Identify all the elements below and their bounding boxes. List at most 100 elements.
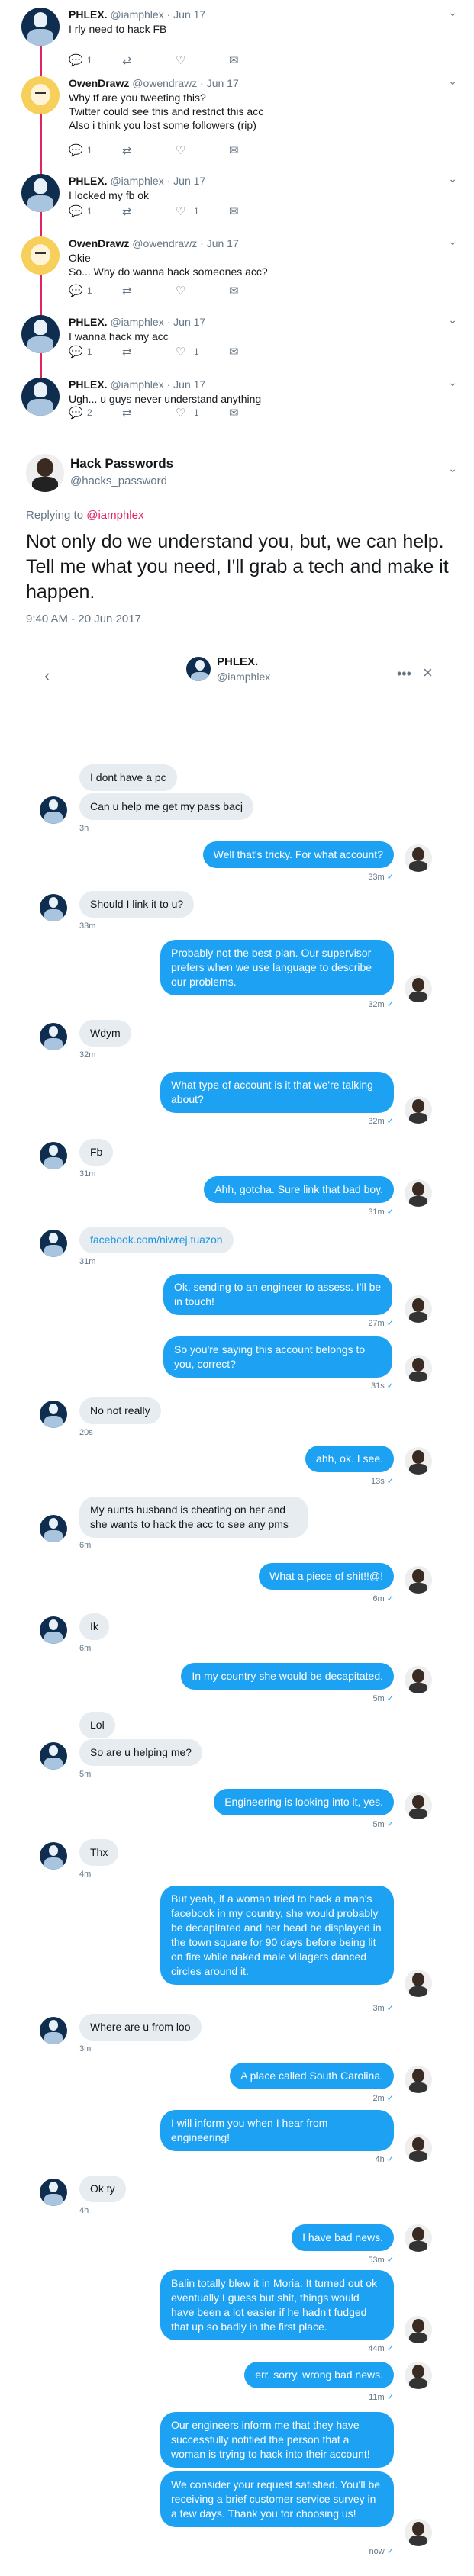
envelope-icon[interactable]: ✉: [229, 204, 243, 218]
own-avatar[interactable]: [405, 1566, 432, 1594]
sender-avatar[interactable]: [40, 796, 67, 824]
heart-action[interactable]: ♡: [176, 143, 194, 157]
dm-header-name[interactable]: PHLEX.: [217, 655, 258, 668]
incoming-message[interactable]: Ik: [79, 1613, 109, 1640]
envelope-action[interactable]: ✉: [229, 204, 243, 218]
outgoing-message[interactable]: ahh, ok. I see.: [305, 1446, 394, 1472]
own-avatar[interactable]: [405, 2519, 432, 2546]
envelope-icon[interactable]: ✉: [229, 143, 243, 157]
outgoing-message[interactable]: What a piece of shit!!@!: [259, 1563, 394, 1590]
reply-icon[interactable]: 💬: [69, 204, 83, 218]
heart-action[interactable]: ♡ 1: [176, 345, 199, 359]
tweet-date[interactable]: · Jun 17: [200, 77, 239, 89]
own-avatar[interactable]: [405, 2362, 432, 2389]
back-arrow-icon[interactable]: ‹: [44, 666, 50, 686]
heart-action[interactable]: ♡: [176, 284, 194, 297]
own-avatar[interactable]: [405, 1666, 432, 1693]
envelope-action[interactable]: ✉: [229, 143, 243, 157]
heart-icon[interactable]: ♡: [176, 143, 189, 157]
own-avatar[interactable]: [405, 844, 432, 872]
tweet-author-name[interactable]: PHLEX.: [69, 378, 108, 391]
reply-icon[interactable]: 💬: [69, 53, 83, 67]
own-avatar[interactable]: [405, 1096, 432, 1124]
outgoing-message[interactable]: A place called South Carolina.: [230, 2063, 394, 2089]
tweet-author-name[interactable]: PHLEX.: [69, 8, 108, 21]
sender-avatar[interactable]: [40, 1142, 67, 1169]
reply-action[interactable]: 💬 1: [69, 345, 92, 359]
own-avatar[interactable]: [405, 2316, 432, 2343]
outgoing-message[interactable]: Our engineers inform me that they have s…: [160, 2412, 394, 2468]
incoming-message[interactable]: Should I link it to u?: [79, 891, 195, 918]
retweet-icon[interactable]: ⇄: [122, 284, 136, 297]
tweet-avatar[interactable]: [21, 378, 60, 416]
message-link[interactable]: facebook.com/niwrej.tuazon: [90, 1233, 223, 1246]
envelope-icon[interactable]: ✉: [229, 345, 243, 359]
heart-icon[interactable]: ♡: [176, 284, 189, 297]
tweet-date[interactable]: · Jun 17: [167, 175, 206, 187]
outgoing-message[interactable]: I have bad news.: [292, 2224, 394, 2251]
chevron-down-icon[interactable]: ⌄: [448, 314, 457, 326]
sender-avatar[interactable]: [40, 1742, 67, 1770]
reply-icon[interactable]: 💬: [69, 406, 83, 420]
retweet-action[interactable]: ⇄: [122, 53, 140, 67]
own-avatar[interactable]: [405, 2134, 432, 2162]
tweet-author-handle[interactable]: @iamphlex: [110, 8, 163, 21]
outgoing-message[interactable]: Ahh, gotcha. Sure link that bad boy.: [204, 1176, 394, 1203]
retweet-action[interactable]: ⇄: [122, 406, 140, 420]
main-tweet-author-handle[interactable]: @hacks_password: [70, 474, 167, 487]
retweet-icon[interactable]: ⇄: [122, 204, 136, 218]
reply-action[interactable]: 💬 1: [69, 284, 92, 297]
incoming-message[interactable]: Lol: [79, 1712, 115, 1738]
sender-avatar[interactable]: [40, 2017, 67, 2044]
reply-action[interactable]: 💬 1: [69, 204, 92, 218]
envelope-action[interactable]: ✉: [229, 53, 243, 67]
incoming-message[interactable]: So are u helping me?: [79, 1739, 203, 1766]
tweet-avatar[interactable]: [21, 315, 60, 353]
tweet-author-handle[interactable]: @owendrawz: [132, 237, 197, 249]
outgoing-message[interactable]: Engineering is looking into it, yes.: [214, 1789, 394, 1815]
tweet-author-handle[interactable]: @owendrawz: [132, 77, 197, 89]
incoming-message[interactable]: Fb: [79, 1139, 114, 1166]
retweet-icon[interactable]: ⇄: [122, 143, 136, 157]
sender-avatar[interactable]: [40, 1023, 67, 1050]
retweet-icon[interactable]: ⇄: [122, 406, 136, 420]
incoming-message[interactable]: Thx: [79, 1839, 119, 1866]
sender-avatar[interactable]: [40, 2179, 67, 2206]
incoming-message[interactable]: Ok ty: [79, 2176, 126, 2202]
chevron-down-icon[interactable]: ⌄: [448, 6, 457, 19]
reply-action[interactable]: 💬 1: [69, 53, 92, 67]
heart-icon[interactable]: ♡: [176, 204, 189, 218]
reply-icon[interactable]: 💬: [69, 284, 83, 297]
dm-header-handle[interactable]: @iamphlex: [217, 671, 270, 683]
heart-icon[interactable]: ♡: [176, 53, 189, 67]
envelope-icon[interactable]: ✉: [229, 284, 243, 297]
tweet-author-name[interactable]: PHLEX.: [69, 175, 108, 187]
sender-avatar[interactable]: [40, 1842, 67, 1870]
heart-action[interactable]: ♡ 1: [176, 406, 199, 420]
outgoing-message[interactable]: We consider your request satisfied. You'…: [160, 2471, 394, 2527]
reply-action[interactable]: 💬 1: [69, 143, 92, 157]
incoming-message[interactable]: I dont have a pc: [79, 764, 177, 791]
own-avatar[interactable]: [405, 1179, 432, 1207]
outgoing-message[interactable]: So you're saying this account belongs to…: [163, 1336, 392, 1378]
main-tweet-author-name[interactable]: Hack Passwords: [70, 456, 173, 471]
outgoing-message[interactable]: Balin totally blew it in Moria. It turne…: [160, 2270, 394, 2340]
chevron-down-icon[interactable]: ⌄: [448, 376, 457, 389]
chevron-down-icon[interactable]: ⌄: [448, 235, 457, 248]
envelope-action[interactable]: ✉: [229, 284, 243, 297]
tweet-date[interactable]: · Jun 17: [200, 237, 239, 249]
main-tweet-avatar[interactable]: [26, 454, 64, 492]
sender-avatar[interactable]: [40, 894, 67, 921]
own-avatar[interactable]: [405, 975, 432, 1002]
incoming-message[interactable]: facebook.com/niwrej.tuazon: [79, 1227, 234, 1253]
outgoing-message[interactable]: I will inform you when I hear from engin…: [160, 2110, 394, 2151]
retweet-action[interactable]: ⇄: [122, 345, 140, 359]
tweet-avatar[interactable]: [21, 8, 60, 46]
heart-icon[interactable]: ♡: [176, 406, 189, 420]
main-tweet-timestamp[interactable]: 9:40 AM - 20 Jun 2017: [26, 613, 141, 626]
reply-icon[interactable]: 💬: [69, 345, 83, 359]
heart-action[interactable]: ♡: [176, 53, 194, 67]
own-avatar[interactable]: [405, 1355, 432, 1382]
outgoing-message[interactable]: err, sorry, wrong bad news.: [244, 2362, 394, 2388]
sender-avatar[interactable]: [40, 1515, 67, 1542]
